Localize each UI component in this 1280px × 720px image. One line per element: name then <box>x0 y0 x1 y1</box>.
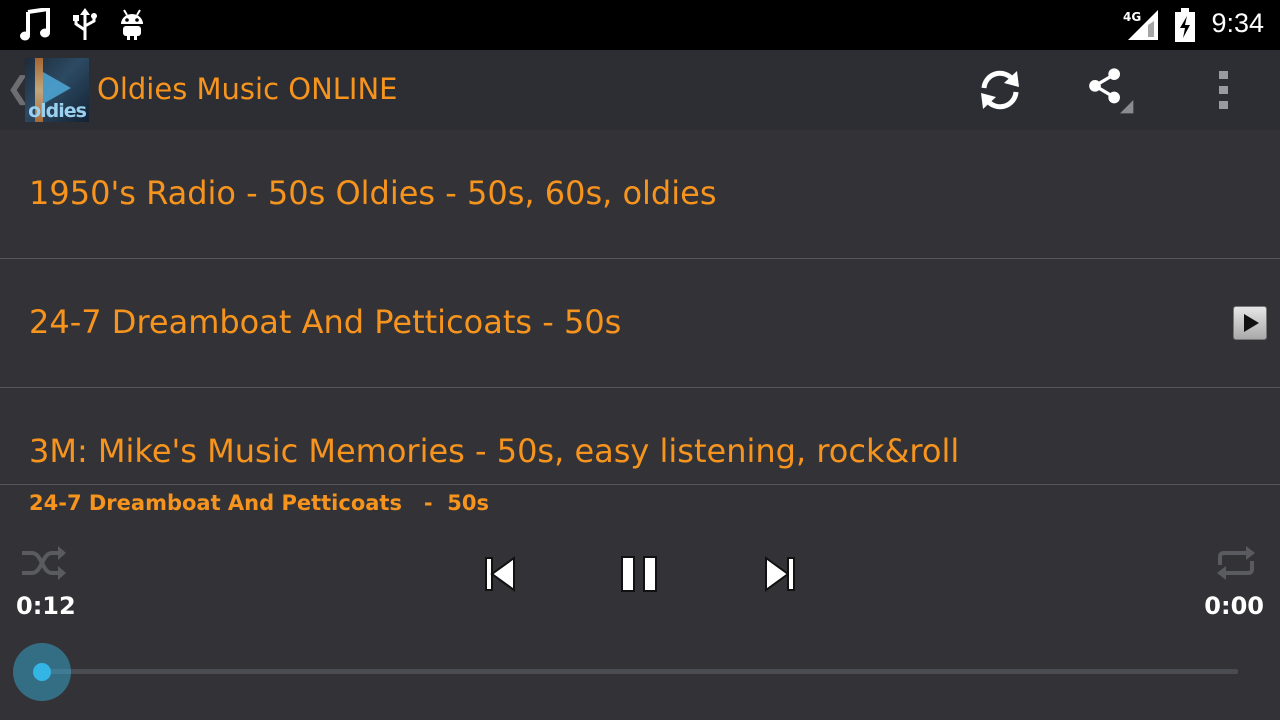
list-item[interactable]: 24-7 Dreamboat And Petticoats - 50s <box>0 259 1280 388</box>
battery-charging-icon <box>1175 8 1195 42</box>
overflow-menu-icon[interactable] <box>1199 65 1249 115</box>
now-playing-indicator[interactable] <box>1233 306 1267 340</box>
seek-thumb[interactable] <box>33 663 51 681</box>
station-list: 1950's Radio - 50s Oldies - 50s, 60s, ol… <box>0 130 1280 484</box>
refresh-icon[interactable] <box>975 65 1025 115</box>
status-time: 9:34 <box>1211 8 1264 38</box>
station-label: 1950's Radio - 50s Oldies - 50s, 60s, ol… <box>29 174 717 212</box>
station-label: 24-7 Dreamboat And Petticoats - 50s <box>29 303 622 341</box>
pause-icon[interactable] <box>618 553 662 595</box>
shuffle-icon[interactable] <box>20 543 68 583</box>
seek-bar[interactable] <box>42 669 1238 674</box>
usb-icon <box>73 8 97 40</box>
app-title: Oldies Music ONLINE <box>97 72 398 106</box>
action-bar: ❮ oldies Oldies Music ONLINE <box>0 50 1280 130</box>
list-item[interactable]: 3M: Mike's Music Memories - 50s, easy li… <box>0 388 1280 484</box>
elapsed-time: 0:12 <box>16 592 76 620</box>
divider <box>0 484 1280 485</box>
station-label: 3M: Mike's Music Memories - 50s, easy li… <box>29 432 960 470</box>
share-icon[interactable] <box>1085 65 1135 115</box>
android-icon <box>121 9 143 40</box>
signal-icon <box>1128 10 1158 40</box>
previous-icon[interactable] <box>480 553 520 595</box>
now-playing-title: 24-7 Dreamboat And Petticoats - 50s <box>29 491 489 515</box>
app-logo-text: oldies <box>28 100 87 122</box>
music-note-icon <box>20 8 50 41</box>
repeat-icon[interactable] <box>1214 545 1258 581</box>
app-logo[interactable]: oldies <box>25 58 89 122</box>
total-time: 0:00 <box>1204 592 1264 620</box>
list-item[interactable]: 1950's Radio - 50s Oldies - 50s, 60s, ol… <box>0 130 1280 259</box>
play-icon <box>1244 314 1259 332</box>
status-bar: 4G 9:34 <box>0 0 1280 50</box>
next-icon[interactable] <box>760 553 800 595</box>
